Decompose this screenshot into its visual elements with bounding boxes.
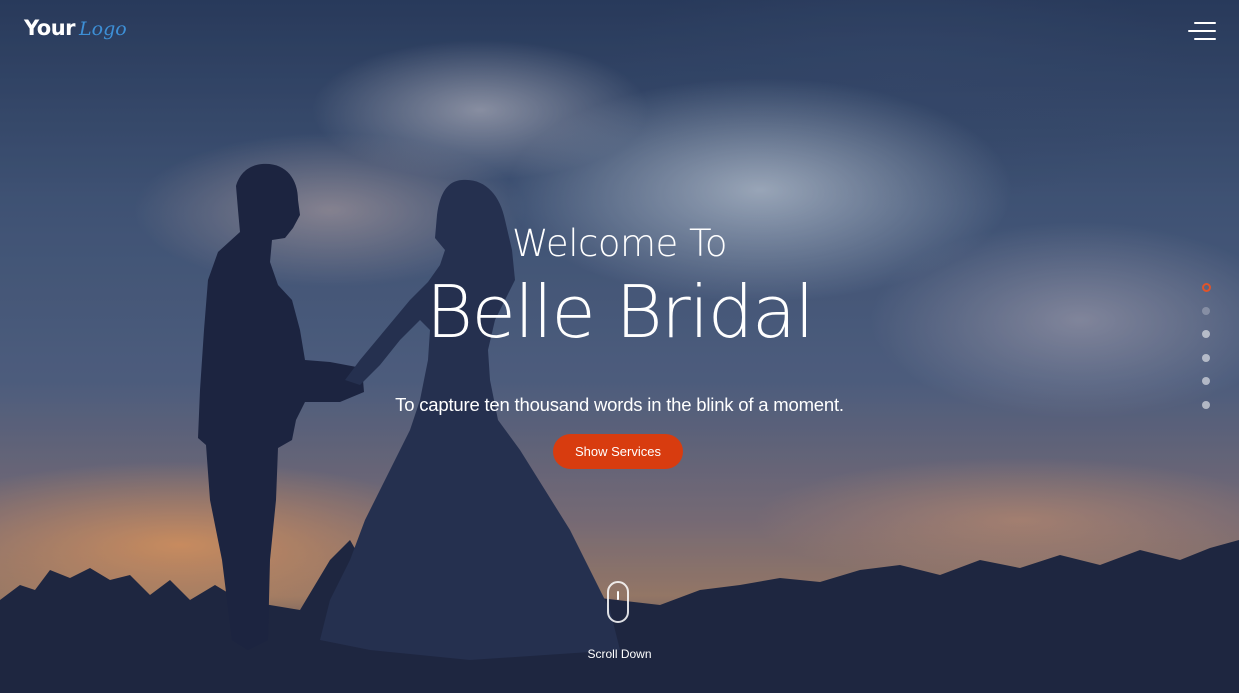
show-services-button[interactable]: Show Services <box>553 434 683 469</box>
logo-text-logo: Logo <box>79 18 127 40</box>
hero-tagline: To capture ten thousand words in the bli… <box>395 394 844 415</box>
site-logo[interactable]: Your Logo <box>24 16 127 46</box>
mouse-scroll-icon[interactable] <box>607 581 629 623</box>
hamburger-menu-icon[interactable] <box>1186 20 1216 42</box>
welcome-heading: Welcome To <box>512 222 727 265</box>
scroll-down-label[interactable]: Scroll Down <box>0 647 1239 661</box>
brand-title: Belle Bridal <box>425 270 815 354</box>
menu-line <box>1194 22 1216 24</box>
logo-text-your: Your <box>24 16 76 40</box>
menu-line <box>1188 30 1216 32</box>
mouse-wheel <box>617 591 619 600</box>
section-dot-5[interactable] <box>1202 377 1210 385</box>
menu-line <box>1194 38 1216 40</box>
